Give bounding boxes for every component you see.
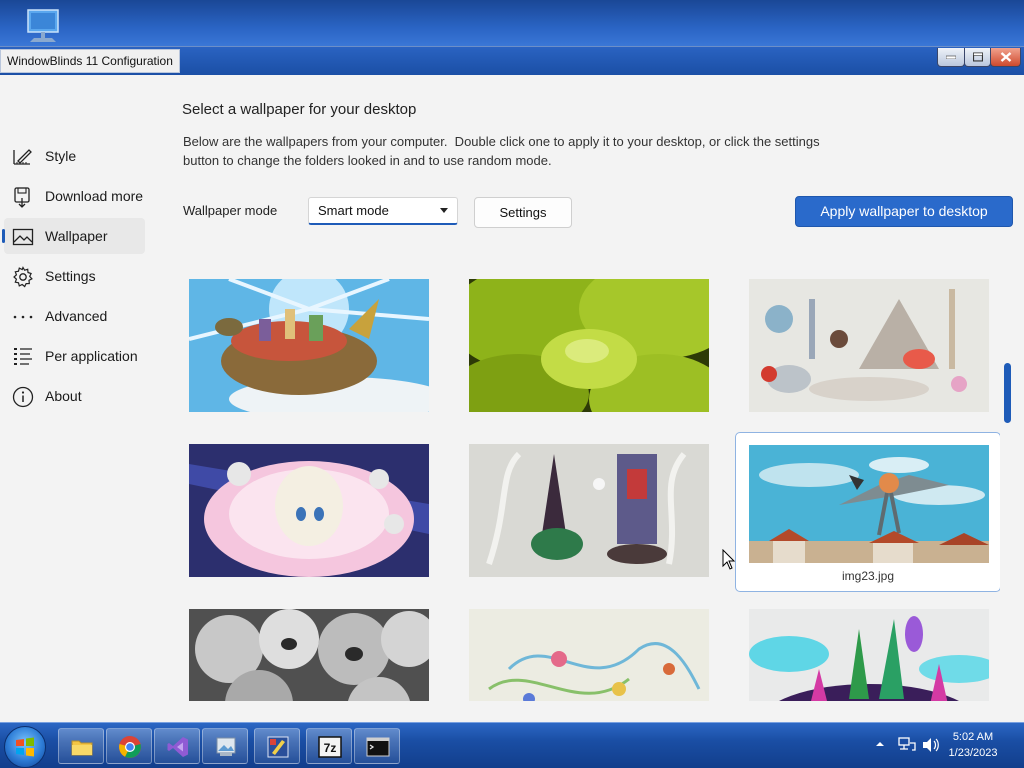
sidebar-item-label: Wallpaper xyxy=(45,228,108,244)
wallpaper-image xyxy=(469,609,709,701)
window-title: WindowBlinds 11 Configuration xyxy=(0,49,180,73)
maximize-icon xyxy=(972,52,983,62)
desktop-background xyxy=(0,0,1024,46)
wallpaper-mode-value: Smart mode xyxy=(318,203,389,218)
paint-app-icon xyxy=(267,736,289,758)
wallpaper-thumbnail[interactable] xyxy=(749,609,989,701)
taskbar-visual-studio[interactable] xyxy=(154,728,200,764)
apply-wallpaper-button[interactable]: Apply wallpaper to desktop xyxy=(795,196,1013,227)
file-explorer-icon xyxy=(71,740,93,756)
sidebar-item-style[interactable]: Style xyxy=(4,138,145,174)
wallpaper-thumbnail[interactable] xyxy=(189,609,429,701)
pencil-ruler-icon xyxy=(13,149,32,165)
wallpaper-image xyxy=(189,279,429,412)
window-titlebar[interactable]: WindowBlinds 11 Configuration xyxy=(0,47,1024,75)
selected-indicator xyxy=(2,229,5,243)
taskbar-file-explorer[interactable] xyxy=(58,728,104,764)
sidebar-item-label: Style xyxy=(45,148,77,164)
wallpaper-image xyxy=(749,609,989,701)
scrollbar-thumb[interactable] xyxy=(1004,363,1011,423)
minimize-button[interactable] xyxy=(937,48,965,67)
app-window: WindowBlinds 11 Configuration Style Down… xyxy=(0,46,1024,723)
windows-logo-icon xyxy=(16,737,34,757)
sidebar-item-settings[interactable]: Settings xyxy=(4,258,145,294)
landscape-picture-icon xyxy=(12,228,34,246)
wallpaper-mode-dropdown[interactable]: Smart mode xyxy=(308,197,458,225)
terminal-icon xyxy=(366,737,390,757)
wallpaper-image xyxy=(189,609,429,701)
taskbar-chrome[interactable] xyxy=(106,728,152,764)
taskbar-terminal[interactable] xyxy=(354,728,400,764)
maximize-button[interactable] xyxy=(964,48,991,67)
close-button[interactable] xyxy=(990,48,1021,67)
visual-studio-icon xyxy=(167,737,188,757)
sidebar-item-label: Settings xyxy=(45,268,96,284)
page-description: Below are the wallpapers from your compu… xyxy=(183,134,820,168)
minimize-icon xyxy=(946,55,956,59)
computer-desktop-icon[interactable] xyxy=(24,8,64,44)
mouse-cursor-icon xyxy=(722,549,736,570)
chevron-up-icon[interactable] xyxy=(876,741,884,747)
wallpaper-image xyxy=(749,279,989,412)
volume-icon[interactable] xyxy=(922,737,940,753)
7zip-label: 7z xyxy=(324,741,337,755)
sidebar-item-about[interactable]: About xyxy=(4,378,145,414)
settings-button[interactable]: Settings xyxy=(474,197,572,228)
start-button[interactable] xyxy=(4,726,46,768)
sidebar-item-label: About xyxy=(45,388,82,404)
window-client-area: Style Download more Wallpaper Settings A… xyxy=(0,75,1024,723)
wallpaper-thumbnail[interactable] xyxy=(749,279,989,412)
list-icon xyxy=(14,348,32,365)
ellipsis-icon xyxy=(13,315,33,319)
floppy-download-icon xyxy=(14,187,30,208)
wallpaper-image xyxy=(189,444,429,577)
sidebar-item-label: Advanced xyxy=(45,308,108,324)
wallpaper-mode-label: Wallpaper mode xyxy=(183,203,278,218)
taskbar-image-viewer[interactable] xyxy=(202,728,248,764)
taskbar: 7z 5:02 AM 1/23/2023 xyxy=(0,722,1024,768)
taskbar-clock[interactable]: 5:02 AM 1/23/2023 xyxy=(940,729,1006,761)
wallpaper-thumbnail[interactable] xyxy=(189,279,429,412)
sidebar-item-wallpaper[interactable]: Wallpaper xyxy=(2,218,145,254)
sidebar-item-download-more[interactable]: Download more xyxy=(4,178,145,214)
wallpaper-image xyxy=(749,445,989,563)
taskbar-paint-app[interactable] xyxy=(254,728,300,764)
gear-icon xyxy=(13,266,33,288)
7zip-icon: 7z xyxy=(318,736,342,758)
clock-date: 1/23/2023 xyxy=(948,747,998,759)
wallpaper-image xyxy=(469,279,709,412)
wallpaper-thumbnail[interactable] xyxy=(469,444,709,577)
clock-time: 5:02 AM xyxy=(952,731,994,743)
image-viewer-icon xyxy=(216,737,236,756)
wallpaper-thumbnail[interactable] xyxy=(469,279,709,412)
network-icon[interactable] xyxy=(898,737,916,753)
sidebar-item-advanced[interactable]: Advanced xyxy=(4,298,145,334)
page-title: Select a wallpaper for your desktop xyxy=(182,101,417,118)
sidebar-item-label: Per application xyxy=(45,348,138,364)
chevron-down-icon xyxy=(440,208,448,213)
info-icon xyxy=(12,386,34,408)
sidebar-item-per-application[interactable]: Per application xyxy=(4,338,145,374)
wallpaper-image xyxy=(469,444,709,577)
chrome-icon xyxy=(119,736,141,758)
wallpaper-thumbnail[interactable] xyxy=(469,609,709,701)
taskbar-7zip[interactable]: 7z xyxy=(306,728,352,764)
wallpaper-thumbnail[interactable] xyxy=(189,444,429,577)
wallpaper-grid: img23.jpg xyxy=(170,265,1000,701)
wallpaper-filename: img23.jpg xyxy=(841,569,895,583)
sidebar-item-label: Download more xyxy=(45,188,144,204)
close-icon xyxy=(1000,52,1011,62)
wallpaper-thumbnail-hovered[interactable]: img23.jpg xyxy=(735,432,1000,592)
